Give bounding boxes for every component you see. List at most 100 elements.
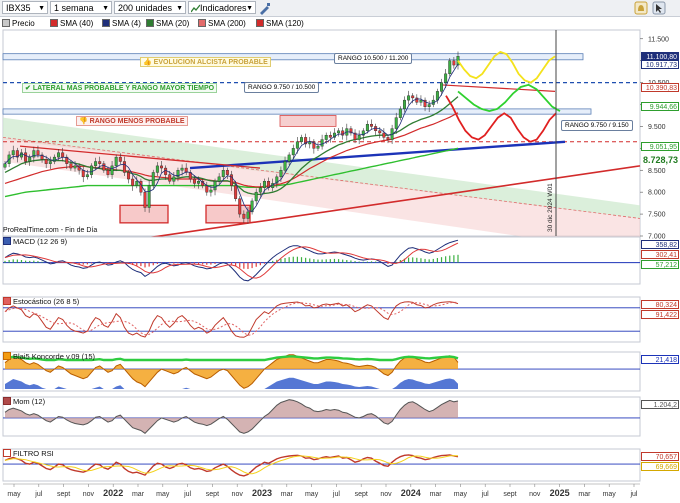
rsi-label: FILTRO RSI: [3, 449, 54, 458]
candle: [444, 73, 448, 83]
candle: [242, 213, 246, 219]
candle: [114, 156, 118, 167]
range-annotation-1: RANGO 10.500 / 11.200: [334, 53, 413, 64]
x-tick-label: may: [156, 491, 170, 498]
price-tag: 10.390,83: [641, 82, 679, 92]
x-tick-label: may: [603, 491, 617, 498]
indicator-value-tag: 57,212: [641, 260, 679, 269]
indicator-value-tag: 69,669: [641, 462, 679, 471]
candle: [122, 161, 126, 173]
candle: [386, 137, 390, 140]
candle: [85, 174, 89, 178]
candle: [168, 174, 172, 182]
candle: [419, 99, 423, 103]
candle: [69, 163, 73, 169]
candle: [357, 134, 361, 140]
candle: [262, 181, 266, 188]
candle: [234, 185, 238, 199]
candle: [118, 156, 122, 162]
candle: [24, 152, 28, 162]
x-tick-label: 2023: [252, 488, 272, 498]
candle: [341, 130, 345, 136]
indicator-value-tag: 1.204,2: [641, 400, 679, 409]
candle: [151, 172, 155, 186]
candle: [57, 152, 61, 158]
candle: [180, 167, 184, 171]
date-vline-label: 30 dic 2024 W01: [547, 183, 554, 232]
thumbs-down-icon: 👎: [79, 118, 88, 125]
candle: [205, 185, 209, 193]
stoch-label: Estocástico (26 8 5): [3, 297, 79, 306]
candle: [394, 117, 398, 129]
candle: [160, 165, 163, 169]
candle: [155, 165, 159, 173]
candle: [328, 134, 332, 138]
macd-label: MACD (12 26 9): [3, 237, 67, 246]
macd-swatch: [3, 237, 11, 245]
candle: [131, 178, 135, 186]
candle: [382, 132, 386, 138]
x-tick-label: mar: [430, 491, 443, 498]
x-tick-label: 2022: [103, 488, 123, 498]
candle: [44, 159, 48, 164]
mom-label: Mom (12): [3, 397, 45, 406]
candle: [448, 60, 452, 75]
koncorde-label: Blai5 Koncorde v.09 (15): [3, 352, 95, 361]
price-tag: 10.917,73: [641, 59, 679, 69]
x-tick-label: jul: [629, 491, 637, 498]
candle: [52, 156, 56, 162]
x-tick-label: jul: [481, 491, 489, 498]
candle: [246, 211, 250, 219]
candle: [279, 170, 283, 178]
low-box-1: [119, 204, 169, 224]
x-tick-label: nov: [380, 491, 392, 498]
candle: [365, 124, 369, 132]
candle: [238, 198, 242, 215]
candle: [398, 108, 402, 118]
candle: [452, 60, 456, 66]
candle: [147, 185, 151, 208]
range-annotation-2: RANGO 9.750 / 10.500: [244, 82, 320, 93]
candle: [197, 181, 201, 184]
candle: [291, 148, 295, 156]
x-tick-label: mar: [132, 491, 145, 498]
thumbs-up-icon: 👍: [143, 59, 152, 66]
x-tick-label: 2025: [550, 488, 570, 498]
candle: [295, 141, 299, 149]
candle: [73, 165, 77, 169]
candle: [308, 141, 312, 145]
candle: [225, 170, 229, 175]
koncorde-name: Blai5 Koncorde v.09 (15): [13, 352, 95, 361]
candle: [324, 134, 328, 140]
candle: [258, 187, 262, 193]
candle: [143, 191, 147, 208]
bull-annotation: 👍 EVOLUCION ALCISTA PROBABLE: [140, 57, 271, 67]
candle: [110, 165, 114, 175]
x-tick-label: nov: [232, 491, 244, 498]
lateral-annotation-text: LATERAL MAS PROBABLE Y RANGO MAYOR TIEMP…: [32, 85, 215, 92]
stoch-name: Estocástico (26 8 5): [13, 297, 80, 306]
candle: [11, 150, 15, 156]
x-tick-label: sept: [355, 491, 368, 498]
candle: [102, 163, 106, 171]
x-tick-label: nov: [83, 491, 95, 498]
candle: [440, 82, 443, 92]
candle: [3, 163, 7, 168]
rsi-name: FILTRO RSI: [13, 449, 54, 458]
candle: [98, 161, 102, 164]
x-tick-label: 2024: [401, 488, 421, 498]
candle: [427, 104, 431, 107]
candle: [36, 150, 40, 156]
candle: [337, 130, 341, 134]
mom-name: Mom (12): [13, 397, 46, 406]
price-tag: 9.944,66: [641, 102, 679, 112]
candle: [378, 130, 382, 134]
candle: [94, 161, 98, 167]
candle: [221, 170, 225, 178]
candle: [135, 181, 139, 186]
candle: [411, 95, 415, 99]
candle: [192, 178, 196, 184]
candle: [283, 161, 287, 171]
indicator-value-tag: 302,41: [641, 250, 679, 259]
candle: [127, 172, 131, 180]
